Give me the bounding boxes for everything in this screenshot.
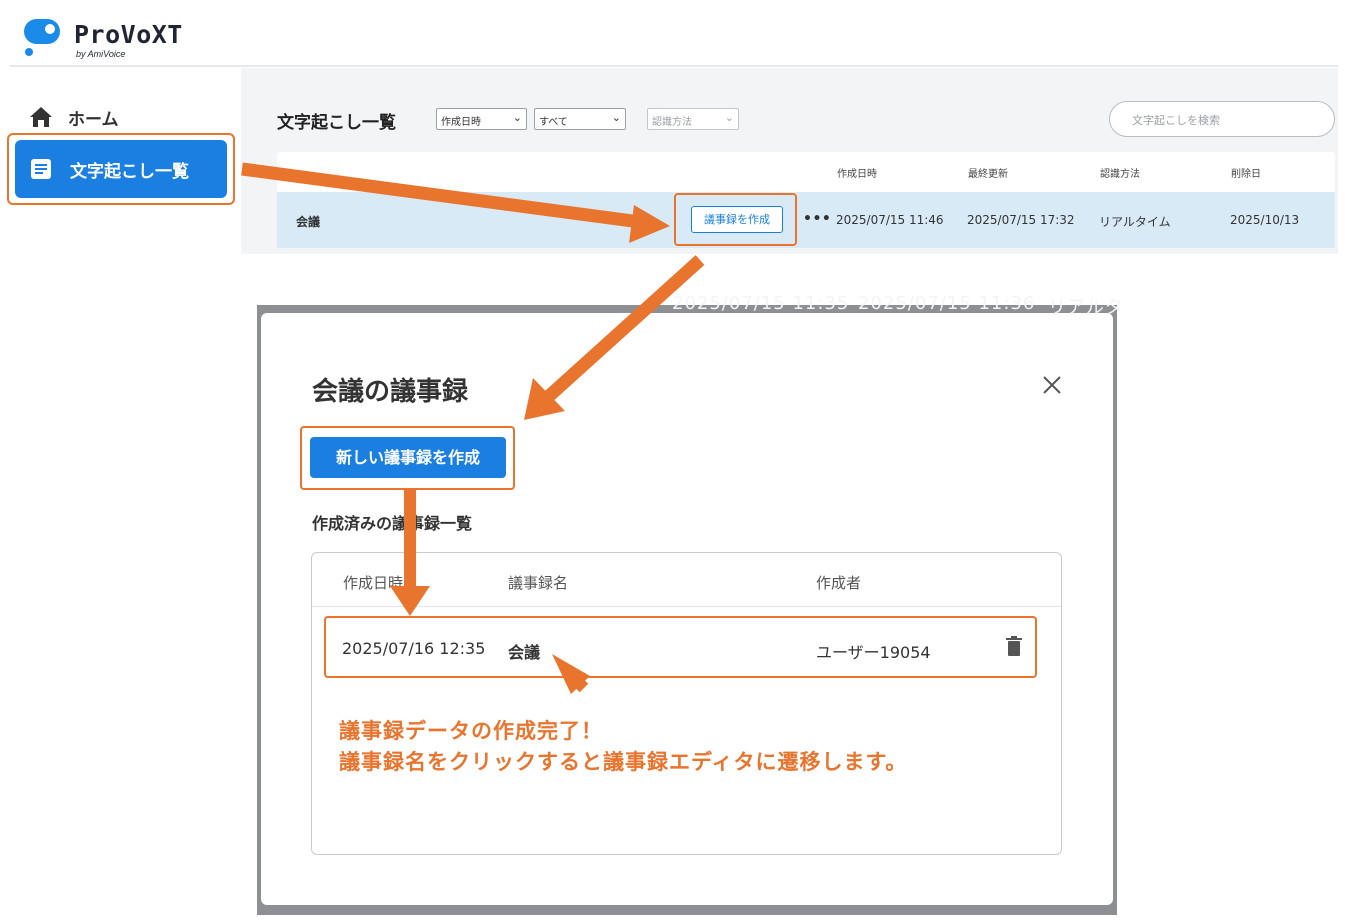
sort-select[interactable]: 作成日時 ⌄	[436, 108, 527, 130]
trash-icon[interactable]	[1006, 636, 1022, 656]
dialog-title: 会議の議事録	[312, 377, 469, 407]
column-header-author: 作成者	[816, 574, 862, 592]
minutes-table	[311, 552, 1062, 855]
annotation-line-2: 議事録名をクリックすると議事録エディタに遷移します。	[339, 750, 908, 774]
sidebar-item-home[interactable]: ホーム	[28, 100, 228, 134]
chevron-down-icon: ⌄	[512, 111, 522, 124]
row-method: リアルタイム	[1099, 215, 1171, 229]
row-updated: 2025/07/15 17:32	[967, 213, 1075, 227]
table-divider	[312, 606, 1061, 607]
column-header-minutes-name: 議事録名	[508, 574, 569, 592]
sidebar-item-label: 文字起こし一覧	[70, 161, 189, 182]
section-title: 作成済みの議事録一覧	[312, 514, 473, 533]
close-icon[interactable]	[1039, 372, 1065, 398]
home-icon	[30, 107, 52, 127]
create-minutes-button[interactable]: 議事録を作成	[691, 206, 783, 233]
minutes-name-link[interactable]: 会議	[508, 639, 540, 663]
column-header-created: 作成日時	[837, 169, 877, 180]
more-options-icon[interactable]: •••	[803, 211, 831, 227]
column-header-created: 作成日時	[343, 574, 404, 592]
column-header-method: 認識方法	[1100, 169, 1140, 180]
annotation-line-1: 議事録データの作成完了！	[339, 719, 603, 743]
sidebar-item-transcripts[interactable]: 文字起こし一覧	[15, 140, 227, 198]
header-divider	[10, 65, 1338, 67]
app-name: ProVoXT	[74, 20, 183, 49]
chevron-down-icon: ⌄	[611, 111, 621, 124]
row-created: 2025/07/15 11:46	[836, 213, 944, 227]
speech-bubble-logo-icon	[24, 19, 60, 56]
page-title: 文字起こし一覧	[277, 113, 396, 133]
minutes-created: 2025/07/16 12:35	[342, 639, 486, 658]
backdrop-text: 2025/07/15 11:36	[858, 293, 1036, 314]
row-delete-date: 2025/10/13	[1230, 213, 1300, 227]
app-logo[interactable]: ProVoXT by AmiVoice	[22, 18, 202, 62]
search-input[interactable]: 文字起こしを検索	[1109, 101, 1335, 137]
backdrop-text: 2025/07/15 11:35	[672, 293, 850, 314]
scope-select-value: すべて	[539, 117, 568, 128]
minutes-author: ユーザー19054	[816, 643, 931, 662]
method-select[interactable]: 認識方法 ⌄	[647, 108, 739, 130]
sidebar-item-label: ホーム	[68, 109, 119, 130]
new-minutes-button[interactable]: 新しい議事録を作成	[310, 437, 506, 478]
transcript-name[interactable]: 会議	[296, 213, 320, 230]
chevron-down-icon: ⌄	[724, 111, 734, 124]
column-header-delete-date: 削除日	[1231, 169, 1261, 180]
app-byline: by AmiVoice	[76, 49, 126, 59]
tutorial-screenshot: ProVoXT by AmiVoice ホーム 文字起こし一覧 文字起こし一覧 …	[0, 0, 1345, 920]
sort-select-value: 作成日時	[441, 117, 481, 128]
method-select-value: 認識方法	[652, 117, 692, 128]
document-list-icon	[31, 159, 51, 179]
scope-select[interactable]: すべて ⌄	[534, 108, 626, 130]
search-placeholder: 文字起こしを検索	[1132, 114, 1220, 127]
column-header-updated: 最終更新	[968, 169, 1008, 180]
